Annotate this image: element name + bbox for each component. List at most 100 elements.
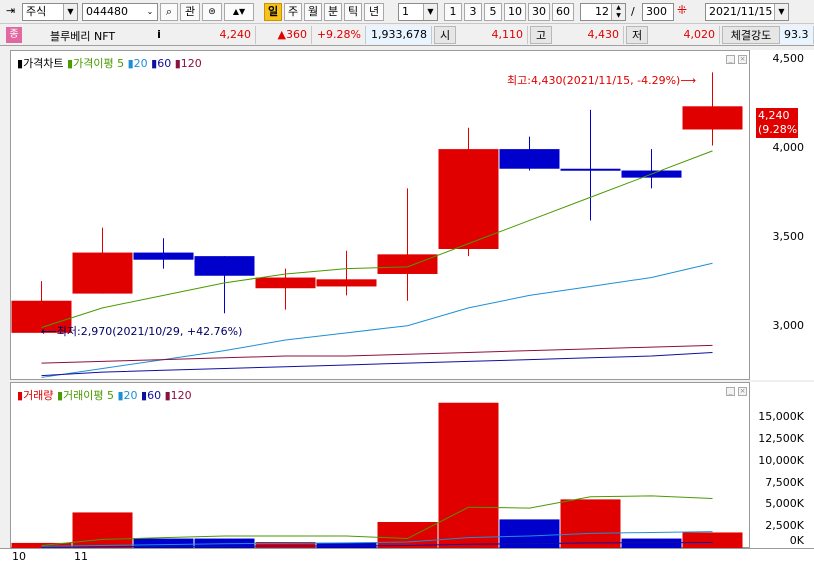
ma20-label: 20 bbox=[133, 57, 148, 70]
interval-select[interactable]: 1 ▼ bbox=[398, 3, 438, 21]
price-chart-panel[interactable]: ▮가격차트 ▮가격이평 5 ▮20 ▮60 ▮120 _ × 최고:4,430(… bbox=[10, 50, 750, 380]
strength-label: 체결강도 bbox=[722, 26, 780, 44]
candle-body bbox=[255, 277, 316, 289]
quote-low: 4,020 bbox=[648, 26, 720, 44]
volume-bar bbox=[438, 402, 499, 549]
interval-10-button[interactable]: 10 bbox=[504, 3, 526, 21]
search-button[interactable]: ⌕ bbox=[160, 3, 178, 21]
panel-close-icon[interactable]: × bbox=[738, 387, 747, 396]
vol-ma120-label: 120 bbox=[170, 389, 192, 402]
candle-body bbox=[194, 256, 255, 276]
tab-minute[interactable]: 분 bbox=[324, 3, 342, 21]
current-pct-text: (9.28%) bbox=[758, 123, 802, 136]
pin-icon[interactable]: ⇥ bbox=[6, 4, 15, 17]
quote-high: 4,430 bbox=[552, 26, 624, 44]
count-value: 12 bbox=[595, 5, 609, 18]
volume-tick-label: 7,500K bbox=[765, 475, 804, 489]
interval-3-button[interactable]: 3 bbox=[464, 3, 482, 21]
count-total-input[interactable]: 300 bbox=[642, 3, 674, 21]
volume-y-axis: 0K 2,500K 5,000K 7,500K 10,000K 12,500K 15,000… bbox=[750, 382, 814, 548]
interval-5-button[interactable]: 5 bbox=[484, 3, 502, 21]
volume-legend: ▮거래량 ▮거래이평 5 ▮20 ▮60 ▮120 bbox=[17, 387, 192, 403]
tab-week[interactable]: 주 bbox=[284, 3, 302, 21]
volume-tick-label: 15,000K bbox=[758, 410, 804, 424]
high-annotation: 최고:4,430(2021/11/15, -4.29%)⟶ bbox=[507, 72, 696, 88]
price-ma60-line bbox=[41, 351, 713, 377]
quote-price: 4,240 bbox=[172, 26, 256, 44]
volume-bar bbox=[72, 512, 133, 549]
vol-ma5-label: 5 bbox=[106, 389, 114, 402]
interval-60-button[interactable]: 60 bbox=[552, 3, 574, 21]
tab-month[interactable]: 월 bbox=[304, 3, 322, 21]
volume-tick-label: 2,500K bbox=[765, 519, 804, 533]
chevron-down-icon[interactable]: ▼ bbox=[774, 4, 788, 20]
price-tick-label: 3,500 bbox=[772, 230, 805, 244]
info-icon[interactable]: i bbox=[150, 28, 168, 41]
price-ma120-line bbox=[41, 344, 713, 364]
current-price-box: 4,240 (9.28%) bbox=[756, 108, 802, 138]
scroll-icon: ⊜ bbox=[208, 7, 216, 17]
volume-bar bbox=[682, 532, 743, 549]
panel-minimize-icon[interactable]: _ bbox=[726, 387, 735, 396]
low-annotation-text: 최저:2,970(2021/10/29, +42.76%) bbox=[56, 325, 243, 338]
chevron-down-icon[interactable]: ▼ bbox=[423, 4, 437, 20]
market-type-value: 주식 bbox=[26, 5, 47, 18]
ma5-label: 5 bbox=[117, 57, 125, 70]
x-label-nov: 11 bbox=[74, 550, 88, 563]
candle-body bbox=[133, 252, 194, 260]
stock-code-value: 044480 bbox=[86, 5, 128, 18]
price-tick-label: 3,000 bbox=[772, 319, 805, 333]
panel-minimize-icon[interactable]: _ bbox=[726, 55, 735, 64]
volume-legend-title: 거래량 bbox=[23, 389, 54, 402]
interval-1-button[interactable]: 1 bbox=[444, 3, 462, 21]
date-value: 2021/11/15 bbox=[709, 5, 773, 18]
market-type-select[interactable]: 주식 ▼ bbox=[22, 3, 78, 21]
volume-chart-panel[interactable]: ▮거래량 ▮거래이평 5 ▮20 ▮60 ▮120 _ × bbox=[10, 382, 750, 549]
candle-body bbox=[377, 254, 438, 274]
volume-bar bbox=[499, 519, 560, 549]
quote-change: ▲360 bbox=[256, 26, 312, 44]
candle-body bbox=[72, 252, 133, 294]
interval-30-button[interactable]: 30 bbox=[528, 3, 550, 21]
spin-icon[interactable]: ▲ ▼ bbox=[611, 4, 625, 20]
toolbar-row-1: ⇥ 주식 ▼ 044480 ⌄ ⌕ 관 ⊜ ▲▼ 일 주 월 분 틱 년 1 ▼… bbox=[0, 0, 814, 24]
stock-name: 블루베리 NFT bbox=[50, 30, 116, 43]
low-annotation: ⟵최저:2,970(2021/10/29, +42.76%) bbox=[41, 323, 242, 339]
search-icon: ⌕ bbox=[165, 5, 173, 18]
chevron-down-icon[interactable]: ⌄ bbox=[143, 4, 157, 20]
ma60-label: 60 bbox=[157, 57, 172, 70]
price-tick-label: 4,000 bbox=[772, 141, 805, 155]
candle-body bbox=[438, 149, 499, 249]
scroll-button[interactable]: ⊜ bbox=[202, 3, 222, 21]
volume-tick-label: 0K bbox=[789, 534, 804, 547]
chevron-down-icon[interactable]: ▼ bbox=[63, 4, 77, 20]
date-select[interactable]: 2021/11/15 ▼ bbox=[705, 3, 789, 21]
tab-year[interactable]: 년 bbox=[364, 3, 384, 21]
count-separator: / bbox=[631, 5, 635, 18]
gwan-button[interactable]: 관 bbox=[180, 3, 200, 21]
volume-bar bbox=[560, 499, 621, 549]
arrow-left-icon: ⟵ bbox=[41, 325, 57, 338]
price-ma5-line bbox=[41, 150, 713, 328]
candle-body bbox=[682, 106, 743, 130]
stock-code-input[interactable]: 044480 ⌄ bbox=[82, 3, 158, 21]
volume-ma-label: 거래이평 bbox=[63, 389, 104, 402]
ma120-label: 120 bbox=[180, 57, 202, 70]
candle-body bbox=[316, 279, 377, 287]
tab-tick[interactable]: 틱 bbox=[344, 3, 362, 21]
count-input[interactable]: 12 ▲ ▼ bbox=[580, 3, 626, 21]
volume-tick-label: 5,000K bbox=[765, 497, 804, 511]
stock-badge: 종 bbox=[6, 27, 22, 43]
volume-tick-label: 10,000K bbox=[758, 453, 804, 467]
quote-change-pct: +9.28% bbox=[312, 26, 366, 44]
interval-value: 1 bbox=[402, 5, 409, 18]
quote-open: 4,110 bbox=[456, 26, 528, 44]
panel-close-icon[interactable]: × bbox=[738, 55, 747, 64]
open-label: 시 bbox=[434, 26, 456, 44]
settings-grid-icon[interactable]: ⁜ bbox=[677, 3, 687, 17]
price-legend-title: 가격차트 bbox=[23, 57, 64, 70]
tab-day[interactable]: 일 bbox=[264, 3, 282, 21]
stepper-button[interactable]: ▲▼ bbox=[224, 3, 254, 21]
high-label: 고 bbox=[530, 26, 552, 44]
price-ma-label: 가격이평 bbox=[73, 57, 114, 70]
